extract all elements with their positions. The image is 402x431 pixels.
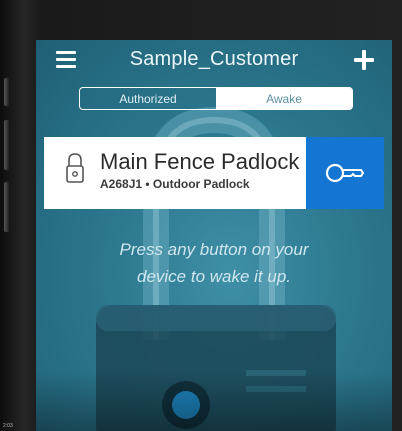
key-icon xyxy=(325,163,365,183)
lock-card[interactable]: Main Fence Padlock A268J1 • Outdoor Padl… xyxy=(44,137,384,209)
app-screen: Sample_Customer Authorized Awake Main Fe… xyxy=(36,40,392,431)
lock-card-text: Main Fence Padlock A268J1 • Outdoor Padl… xyxy=(100,149,299,191)
unlock-key-button[interactable] xyxy=(306,137,384,209)
wake-instructions-line2: device to wake it up. xyxy=(136,267,292,286)
volume-up-button xyxy=(4,120,9,170)
phone-frame: Sample_Customer Authorized Awake Main Fe… xyxy=(0,0,402,431)
tab-awake[interactable]: Awake xyxy=(216,88,352,109)
add-lock-plus-icon[interactable] xyxy=(354,50,374,70)
lock-name: Main Fence Padlock xyxy=(100,149,300,174)
app-header: Sample_Customer xyxy=(36,40,392,80)
hamburger-menu-icon[interactable] xyxy=(56,51,76,68)
authorized-awake-segmented-control: Authorized Awake xyxy=(79,87,353,110)
padlock-icon xyxy=(66,153,84,183)
wake-instructions-line1: Press any button on your xyxy=(119,240,309,259)
mute-switch xyxy=(4,78,9,106)
wake-instructions: Press any button on your device to wake … xyxy=(56,236,372,290)
tab-authorized[interactable]: Authorized xyxy=(80,88,216,109)
volume-down-button xyxy=(4,182,9,232)
screen-vignette xyxy=(36,371,392,431)
video-timestamp: 2:03 xyxy=(3,423,13,429)
lock-meta: A268J1 • Outdoor Padlock xyxy=(100,177,250,191)
page-title: Sample_Customer xyxy=(129,48,299,70)
